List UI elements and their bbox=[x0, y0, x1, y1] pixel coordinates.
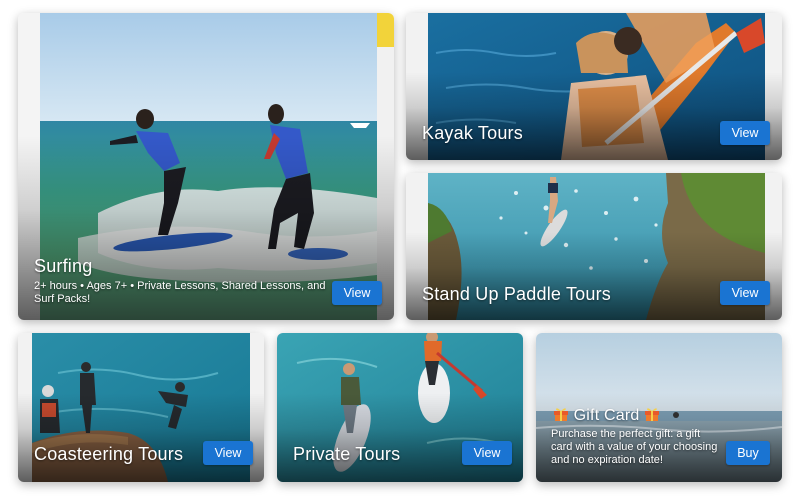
surfing-title: Surfing bbox=[34, 256, 93, 276]
card-stand-up-paddle[interactable]: Stand Up Paddle Tours View bbox=[406, 173, 782, 320]
private-tours-title: Private Tours bbox=[293, 444, 401, 464]
kayak-view-button[interactable]: View bbox=[720, 121, 770, 145]
card-kayak[interactable]: Kayak Tours View bbox=[406, 13, 782, 160]
card-gift-card[interactable]: Gift Card Purchase the perfect gift: a g… bbox=[536, 333, 782, 482]
kayak-shade bbox=[406, 71, 782, 160]
gift-card-title-text: Gift Card bbox=[573, 407, 640, 424]
surfing-description: 2+ hours • Ages 7+ • Private Lessons, Sh… bbox=[34, 280, 326, 305]
card-private-tours[interactable]: Private Tours View bbox=[277, 333, 523, 482]
card-coasteering[interactable]: Coasteering Tours View bbox=[18, 333, 264, 482]
gift-card-buy-button[interactable]: Buy bbox=[726, 441, 770, 465]
coasteering-shade bbox=[18, 392, 264, 482]
private-tours-shade bbox=[277, 392, 523, 482]
gift-card-title: Gift Card bbox=[553, 406, 660, 425]
sup-view-button[interactable]: View bbox=[720, 281, 770, 305]
gift-icon bbox=[645, 408, 660, 421]
surfing-view-button[interactable]: View bbox=[332, 281, 382, 305]
coasteering-title: Coasteering Tours bbox=[34, 444, 184, 464]
gift-icon bbox=[554, 408, 568, 421]
coasteering-view-button[interactable]: View bbox=[203, 441, 253, 465]
tours-grid: Surfing 2+ hours • Ages 7+ • Private Les… bbox=[0, 0, 800, 500]
gift-card-description: Purchase the perfect gift: a gift card w… bbox=[551, 428, 718, 466]
sup-title: Stand Up Paddle Tours bbox=[422, 284, 611, 304]
card-surfing[interactable]: Surfing 2+ hours • Ages 7+ • Private Les… bbox=[18, 13, 394, 320]
sup-shade bbox=[406, 231, 782, 320]
private-tours-view-button[interactable]: View bbox=[462, 441, 512, 465]
kayak-title: Kayak Tours bbox=[422, 123, 523, 143]
